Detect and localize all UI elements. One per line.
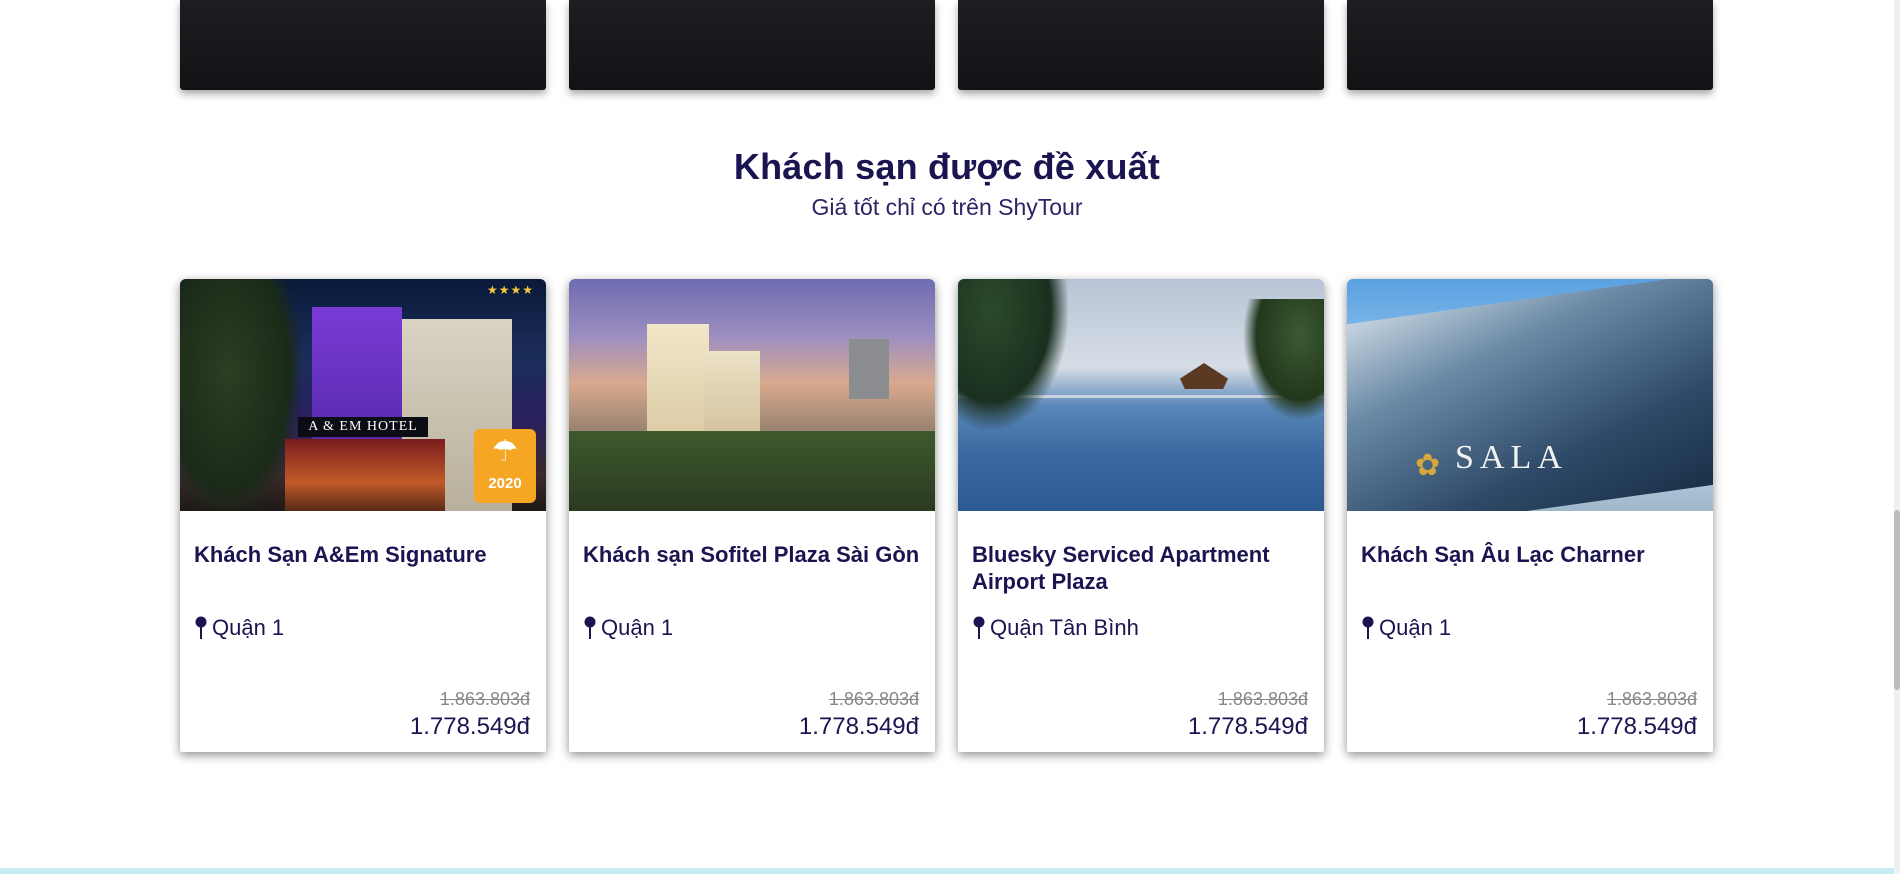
hotel-card[interactable]: Bluesky Serviced Apartment Airport Plaza… [958, 279, 1324, 752]
hotel-card-body: Bluesky Serviced Apartment Airport Plaza… [958, 511, 1324, 752]
hotel-name[interactable]: Khách Sạn Âu Lạc Charner [1361, 541, 1699, 568]
distant-building [849, 339, 889, 399]
current-price: 1.778.549đ [409, 713, 530, 740]
hotel-image[interactable]: A & EM HOTEL ★★★★ ☂ 2020 [180, 279, 546, 511]
hotel-sign: SALA [1455, 439, 1568, 476]
hotel-image[interactable]: ✿ SALA [1347, 279, 1713, 511]
previous-card-2[interactable] [569, 0, 935, 90]
palm-trees-right [1244, 299, 1324, 419]
old-price: 1.863.803đ [439, 689, 530, 709]
old-price: 1.863.803đ [1606, 689, 1697, 709]
location-label: Quận 1 [212, 615, 285, 640]
hotel-location: Quận 1 [194, 615, 284, 641]
award-year: 2020 [488, 475, 522, 492]
location-label: Quận 1 [601, 615, 674, 640]
hotel-card-body: Khách sạn Sofitel Plaza Sài Gòn Quận 1 1… [569, 511, 935, 752]
hotel-location: Quận 1 [1361, 615, 1451, 641]
hotel-card-list: A & EM HOTEL ★★★★ ☂ 2020 Khách Sạn A&Em … [180, 279, 1713, 752]
city-greenery [569, 431, 935, 511]
old-price: 1.863.803đ [828, 689, 919, 709]
sala-logo-icon: ✿ [1415, 449, 1441, 482]
hotel-card-body: Khách Sạn A&Em Signature Quận 1 1.863.80… [180, 511, 546, 752]
previous-card-1[interactable] [180, 0, 546, 90]
map-pin-icon [973, 616, 985, 639]
hotel-image[interactable] [958, 279, 1324, 511]
vertical-scrollbar[interactable] [1894, 0, 1900, 874]
hotel-location: Quận 1 [583, 615, 673, 641]
map-pin-icon [584, 616, 596, 639]
section-subtitle: Giá tốt chỉ có trên ShyTour [811, 194, 1083, 220]
previous-card-3[interactable] [958, 0, 1324, 90]
location-label: Quận Tân Bình [990, 615, 1139, 640]
hotel-sign: A & EM HOTEL [298, 417, 428, 437]
current-price: 1.778.549đ [1576, 713, 1697, 740]
old-price: 1.863.803đ [1217, 689, 1308, 709]
scrollbar-thumb[interactable] [1894, 510, 1900, 690]
hotel-card[interactable]: A & EM HOTEL ★★★★ ☂ 2020 Khách Sạn A&Em … [180, 279, 546, 752]
pool-pavilion [1180, 363, 1228, 389]
page: Khách sạn được đề xuất Giá tốt chỉ có tr… [0, 0, 1894, 874]
award-badge-icon: ☂ 2020 [474, 429, 536, 503]
umbrella-icon: ☂ [491, 435, 519, 468]
map-pin-icon [195, 616, 207, 639]
hotel-lobby [285, 439, 445, 511]
previous-section-cards [180, 0, 1717, 90]
current-price: 1.778.549đ [1187, 713, 1308, 740]
tree-foliage [180, 279, 300, 511]
star-rating-icon: ★★★★ [486, 283, 534, 297]
hotel-location: Quận Tân Bình [972, 615, 1139, 641]
previous-card-4[interactable] [1347, 0, 1713, 90]
section-heading: Khách sạn được đề xuất Giá tốt chỉ có tr… [0, 145, 1894, 221]
footer-top-band [0, 868, 1894, 874]
map-pin-icon [1362, 616, 1374, 639]
hotel-card[interactable]: Khách sạn Sofitel Plaza Sài Gòn Quận 1 1… [569, 279, 935, 752]
hotel-card[interactable]: ✿ SALA Khách Sạn Âu Lạc Charner Quận 1 1… [1347, 279, 1713, 752]
current-price: 1.778.549đ [798, 713, 919, 740]
section-title: Khách sạn được đề xuất [733, 146, 1161, 187]
hotel-name[interactable]: Khách sạn Sofitel Plaza Sài Gòn [583, 541, 921, 568]
location-label: Quận 1 [1379, 615, 1452, 640]
hotel-name[interactable]: Khách Sạn A&Em Signature [194, 541, 532, 568]
palm-trees-left [958, 279, 1068, 429]
hotel-image[interactable] [569, 279, 935, 511]
hotel-card-body: Khách Sạn Âu Lạc Charner Quận 1 1.863.80… [1347, 511, 1713, 752]
hotel-name[interactable]: Bluesky Serviced Apartment Airport Plaza [972, 541, 1310, 595]
